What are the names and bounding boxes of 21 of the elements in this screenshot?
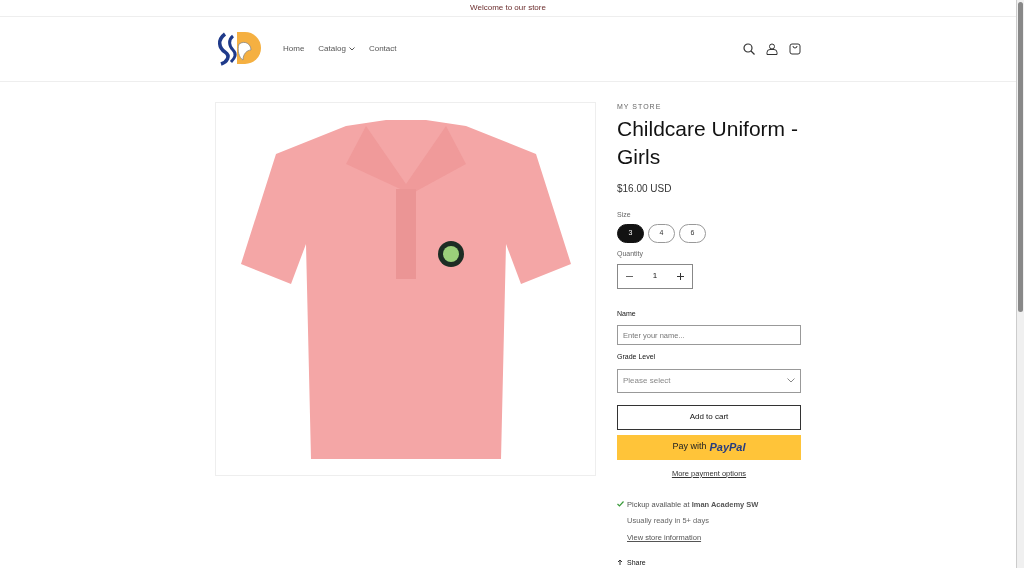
scrollbar-thumb[interactable]	[1018, 2, 1023, 312]
logo-icon[interactable]	[215, 29, 261, 68]
product-title: Childcare Uniform - Girls	[617, 115, 799, 170]
bag-icon[interactable]	[789, 42, 801, 55]
scrollbar[interactable]	[1016, 0, 1024, 568]
announcement-bar: Welcome to our store	[0, 0, 1016, 17]
nav-link[interactable]: Home	[283, 42, 305, 55]
share-icon	[617, 559, 623, 567]
paypal-button[interactable]: Pay with PayPal	[617, 434, 801, 460]
check-icon	[617, 501, 624, 508]
quantity-stepper[interactable]: 1	[617, 263, 693, 289]
price: $16.00 USD	[617, 181, 673, 196]
grade-select[interactable]: Please select	[617, 368, 801, 393]
add-to-cart-button[interactable]: Add to cart	[617, 404, 801, 430]
plus-icon[interactable]	[677, 272, 684, 280]
nav-link[interactable]: Catalog	[318, 42, 355, 55]
chevron-icon	[787, 378, 795, 383]
nav-link[interactable]: Contact	[368, 42, 397, 55]
account-icon[interactable]	[766, 42, 778, 55]
quantity-value: 1	[652, 270, 658, 282]
search-icon[interactable]	[743, 42, 755, 55]
